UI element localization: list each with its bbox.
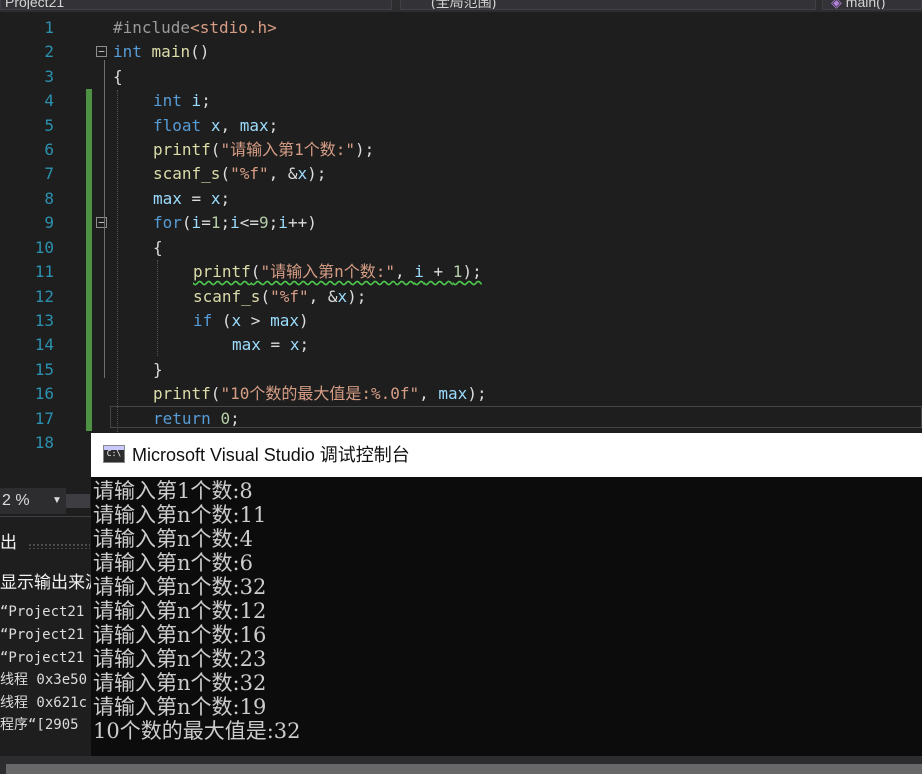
editor-navigation-bar: Project21 (全局范围) ◈ main() [0, 0, 922, 12]
console-output-line: 请输入第n个数:23 [93, 647, 267, 671]
line-number-gutter: 1 2 3 4 5 6 7 8 9 10 11 12 13 14 15 16 1… [0, 12, 60, 488]
console-output-line: 请输入第n个数:11 [93, 503, 267, 527]
output-line: 线程 0x3e50 [0, 672, 88, 688]
line-number: 18 [34, 433, 54, 452]
code-editor[interactable]: 1 2 3 4 5 6 7 8 9 10 11 12 13 14 15 16 1… [0, 12, 922, 488]
fold-region-line [104, 60, 105, 378]
line-number: 3 [44, 67, 54, 86]
output-source-label[interactable]: 显示输出来源 [0, 571, 102, 595]
code-line: if (x > max) [193, 311, 309, 330]
console-output-line: 请输入第n个数:12 [93, 599, 267, 623]
code-line: return 0; [153, 409, 240, 428]
scope-dropdown-label: (全局范围) [431, 0, 497, 10]
output-line: 线程 0x621c [0, 695, 88, 711]
function-dropdown[interactable]: ◈ main() [822, 0, 922, 10]
bottom-scrollbar[interactable] [0, 756, 922, 774]
code-line: } [153, 360, 163, 379]
console-app-icon: C:\ [103, 445, 125, 463]
collapse-icon[interactable]: − [96, 217, 107, 228]
panel-drag-handle[interactable] [28, 543, 90, 549]
horizontal-scrollbar[interactable] [66, 494, 90, 508]
output-line: “Project21 [0, 650, 85, 666]
line-number: 11 [34, 262, 54, 281]
indent-guide [157, 260, 158, 356]
code-line: { [153, 238, 163, 257]
change-tracking-bar [86, 89, 92, 431]
code-line: scanf_s("%f", &x); [193, 287, 367, 306]
project-dropdown[interactable]: Project21 [0, 0, 392, 10]
line-number: 16 [34, 384, 54, 403]
debug-console-window[interactable]: C:\ Microsoft Visual Studio 调试控制台 请输入第1个… [91, 433, 922, 756]
console-output-line: 请输入第1个数:8 [93, 479, 253, 503]
output-panel: 出 显示输出来源 “Project21 “Project21 “Project2… [0, 516, 102, 757]
scrollbar-thumb[interactable] [6, 764, 922, 774]
line-number: 7 [44, 164, 54, 183]
line-number: 15 [34, 360, 54, 379]
line-number: 8 [44, 189, 54, 208]
console-output-line: 请输入第n个数:4 [93, 527, 253, 551]
console-output-line: 10个数的最大值是:32 [93, 719, 301, 743]
console-output-line: 请输入第n个数:16 [93, 623, 267, 647]
chevron-down-icon: ▼ [52, 495, 62, 506]
console-output-line: 请输入第n个数:19 [93, 695, 267, 719]
output-line: 程序“[2905 [0, 717, 79, 733]
zoom-level: 2 % [2, 492, 30, 509]
line-number: 12 [34, 287, 54, 306]
line-number: 2 [44, 42, 54, 61]
zoom-dropdown[interactable]: 2 % ▼ [0, 488, 66, 514]
output-line: “Project21 [0, 604, 85, 620]
code-line: float x, max; [153, 116, 279, 135]
line-number: 14 [34, 335, 54, 354]
scope-dropdown[interactable]: (全局范围) [400, 0, 816, 10]
line-number: 13 [34, 311, 54, 330]
code-line: printf("10个数的最大值是:%.0f", max); [153, 384, 487, 403]
output-line: “Project21 [0, 627, 85, 643]
code-line: max = x; [232, 335, 310, 354]
collapse-icon[interactable]: − [96, 46, 107, 57]
console-title-bar[interactable]: C:\ Microsoft Visual Studio 调试控制台 [91, 433, 922, 477]
code-line: for(i=1;i<=9;i++) [153, 213, 317, 232]
method-icon: ◈ [831, 0, 842, 10]
line-number: 17 [34, 409, 54, 428]
code-line: { [113, 67, 123, 86]
code-line: int i; [153, 91, 211, 110]
code-line: printf("请输入第1个数:"); [153, 140, 375, 159]
function-dropdown-label: main() [845, 0, 886, 10]
console-title: Microsoft Visual Studio 调试控制台 [132, 445, 410, 465]
output-panel-title: 出 [0, 533, 17, 552]
code-line: max = x; [153, 189, 231, 208]
console-output-line: 请输入第n个数:6 [93, 551, 253, 575]
code-line: int main() [113, 42, 210, 61]
line-number: 9 [44, 213, 54, 232]
code-line: scanf_s("%f", &x); [153, 164, 327, 183]
code-line: printf("请输入第n个数:", i + 1); [193, 262, 482, 281]
console-output-line: 请输入第n个数:32 [93, 671, 267, 695]
line-number: 1 [44, 18, 54, 37]
project-dropdown-label: Project21 [5, 0, 65, 10]
line-number: 4 [44, 91, 54, 110]
line-number: 5 [44, 116, 54, 135]
indent-guide [117, 90, 118, 434]
code-line: #include<stdio.h> [113, 18, 277, 37]
line-number: 6 [44, 140, 54, 159]
console-output-line: 请输入第n个数:32 [93, 575, 267, 599]
line-number: 10 [34, 238, 54, 257]
